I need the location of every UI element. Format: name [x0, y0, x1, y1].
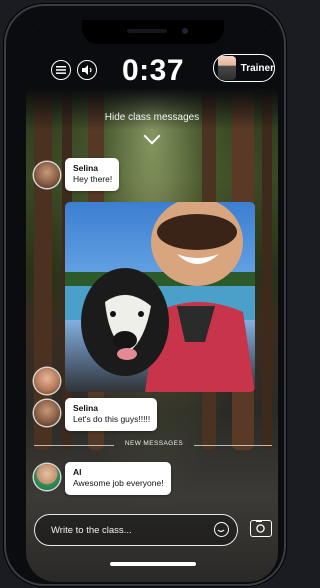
divider-line [194, 445, 272, 446]
menu-button[interactable] [51, 60, 71, 80]
camera-icon[interactable] [250, 519, 272, 537]
avatar [34, 368, 60, 394]
class-screen: 0:37 Trainer Hide class messages Selina … [26, 20, 278, 582]
message-composer[interactable] [34, 514, 238, 546]
background-tree [34, 90, 52, 450]
smiley-icon[interactable] [214, 522, 229, 537]
camera-lens [256, 519, 265, 533]
home-indicator[interactable] [110, 562, 196, 566]
message-text: Let's do this guys!!!!! [73, 414, 151, 425]
volume-icon [81, 65, 92, 75]
volume-button[interactable] [77, 60, 97, 80]
message-input[interactable] [49, 523, 203, 537]
photo-image [65, 202, 255, 392]
speaker-grille [127, 29, 167, 33]
chat-message: Al Awesome job everyone! [65, 462, 171, 495]
hide-messages-toggle[interactable]: Hide class messages [26, 112, 278, 123]
chat-message: Selina Let's do this guys!!!!! [65, 398, 158, 431]
message-text: Hey there! [73, 174, 113, 185]
message-author: Al [73, 467, 82, 477]
avatar [34, 464, 60, 490]
trainer-button[interactable]: Trainer [213, 54, 275, 82]
trainer-button-label: Trainer [240, 62, 274, 74]
shared-photo[interactable] [65, 202, 255, 392]
notch [82, 20, 224, 44]
message-author: Selina [73, 163, 99, 173]
new-messages-divider: NEW MESSAGES [124, 440, 184, 447]
front-camera [182, 28, 188, 34]
message-author: Selina [73, 403, 99, 413]
phone-frame: 0:37 Trainer Hide class messages Selina … [4, 4, 286, 586]
background-tree [262, 90, 272, 450]
avatar [34, 162, 60, 188]
smiley-face [217, 529, 225, 533]
menu-icon [56, 66, 66, 74]
chat-message: Selina Hey there! [65, 158, 120, 191]
trainer-avatar [218, 56, 236, 80]
message-text: Awesome job everyone! [73, 478, 164, 489]
divider-line [34, 445, 114, 446]
class-timer: 0:37 [121, 54, 185, 87]
chevron-down-icon[interactable] [143, 127, 161, 145]
avatar [34, 400, 60, 426]
